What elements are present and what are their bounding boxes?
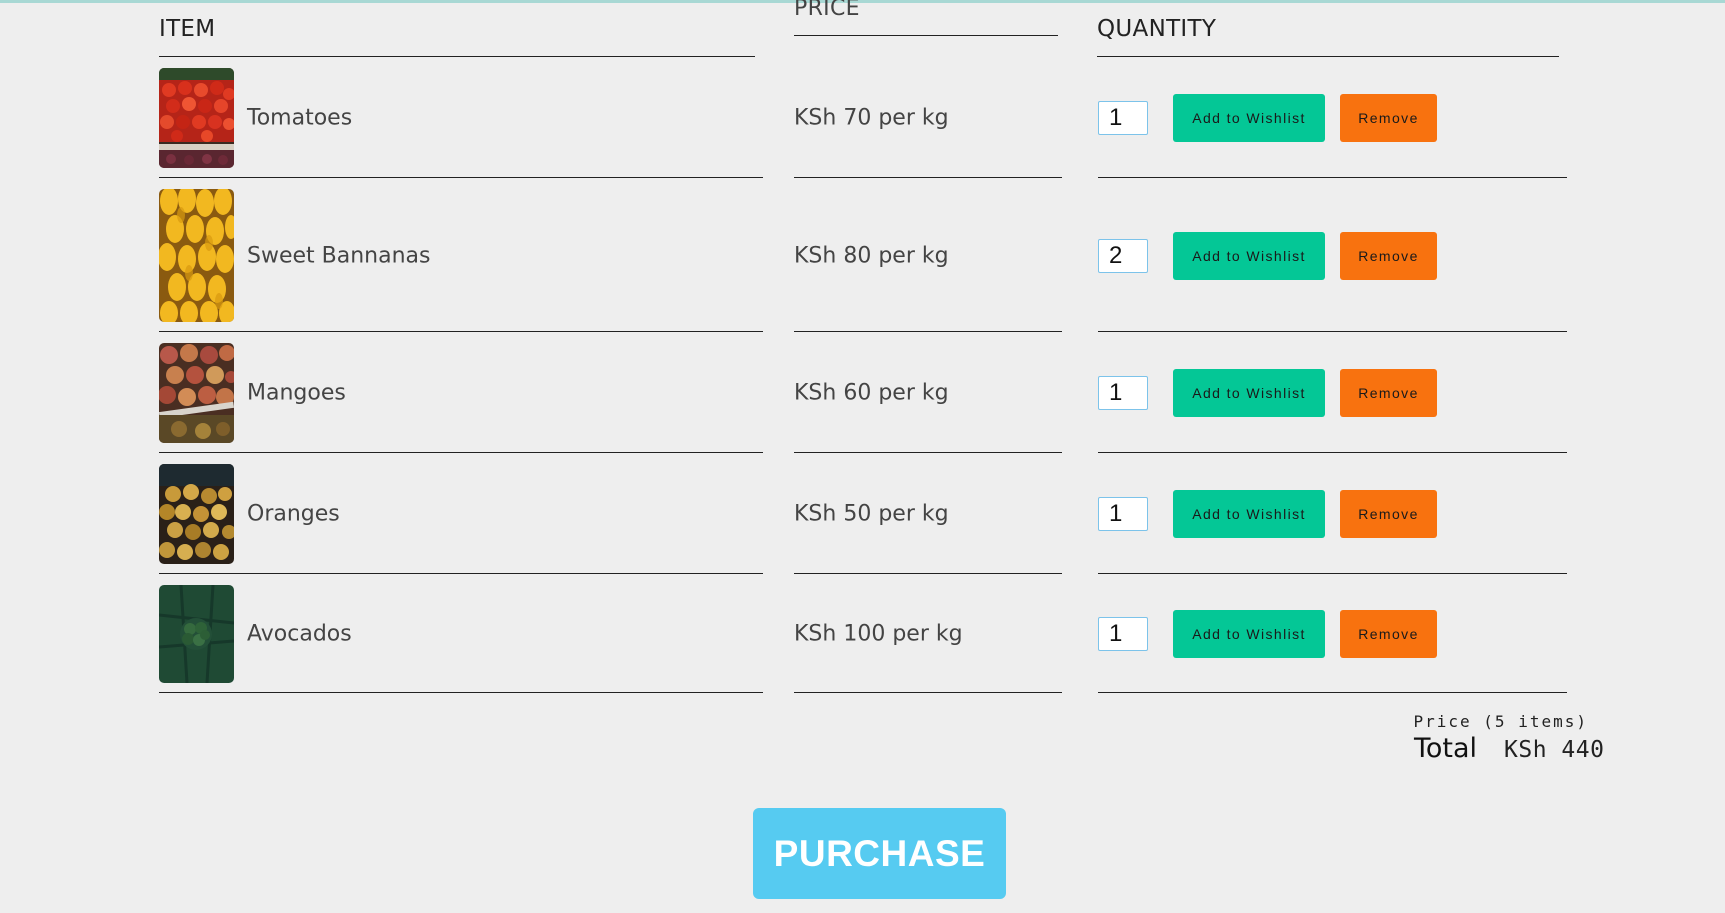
add-to-wishlist-button[interactable]: Add to Wishlist — [1173, 232, 1325, 280]
item-price: KSh 80 per kg — [794, 243, 949, 269]
row-divider — [1098, 452, 1567, 453]
item-price: KSh 50 per kg — [794, 501, 949, 527]
row-divider — [794, 692, 1062, 693]
remove-button[interactable]: Remove — [1340, 369, 1437, 417]
item-name: Sweet Bannanas — [247, 243, 431, 269]
tomatoes-photo — [159, 68, 234, 168]
mangoes-photo — [159, 343, 234, 443]
header-item: ITEM — [159, 16, 755, 57]
header-price: PRICE — [794, 0, 1058, 36]
remove-button[interactable]: Remove — [1340, 490, 1437, 538]
add-to-wishlist-button[interactable]: Add to Wishlist — [1173, 490, 1325, 538]
add-to-wishlist-button[interactable]: Add to Wishlist — [1173, 94, 1325, 142]
row-divider — [794, 331, 1062, 332]
remove-button[interactable]: Remove — [1340, 94, 1437, 142]
item-price: KSh 60 per kg — [794, 380, 949, 406]
row-divider — [159, 452, 763, 453]
total-label: Total — [1414, 733, 1478, 764]
row-divider — [794, 177, 1062, 178]
quantity-input[interactable] — [1098, 617, 1148, 651]
item-name: Tomatoes — [247, 105, 353, 131]
row-divider — [159, 573, 763, 574]
bananas-photo — [159, 189, 234, 322]
quantity-input[interactable] — [1098, 101, 1148, 135]
row-divider — [159, 692, 763, 693]
row-divider — [1098, 177, 1567, 178]
item-name: Mangoes — [247, 380, 346, 406]
add-to-wishlist-button[interactable]: Add to Wishlist — [1173, 369, 1325, 417]
oranges-photo — [159, 464, 234, 564]
row-divider — [1098, 331, 1567, 332]
avocados-photo — [159, 585, 234, 683]
quantity-input[interactable] — [1098, 376, 1148, 410]
item-name: Avocados — [247, 621, 352, 647]
add-to-wishlist-button[interactable]: Add to Wishlist — [1173, 610, 1325, 658]
remove-button[interactable]: Remove — [1340, 232, 1437, 280]
quantity-input[interactable] — [1098, 239, 1148, 273]
item-name: Oranges — [247, 501, 340, 527]
row-divider — [794, 573, 1062, 574]
row-divider — [794, 452, 1062, 453]
row-divider — [159, 177, 763, 178]
header-quantity: QUANTITY — [1097, 16, 1559, 57]
purchase-button[interactable]: PURCHASE — [753, 808, 1006, 899]
quantity-input[interactable] — [1098, 497, 1148, 531]
row-divider — [159, 331, 763, 332]
item-price: KSh 70 per kg — [794, 105, 949, 131]
row-divider — [1098, 573, 1567, 574]
price-items-count: Price (5 items) — [1413, 712, 1588, 731]
total-value: KSh 440 — [1504, 737, 1605, 763]
row-divider — [1098, 692, 1567, 693]
remove-button[interactable]: Remove — [1340, 610, 1437, 658]
item-price: KSh 100 per kg — [794, 621, 963, 647]
